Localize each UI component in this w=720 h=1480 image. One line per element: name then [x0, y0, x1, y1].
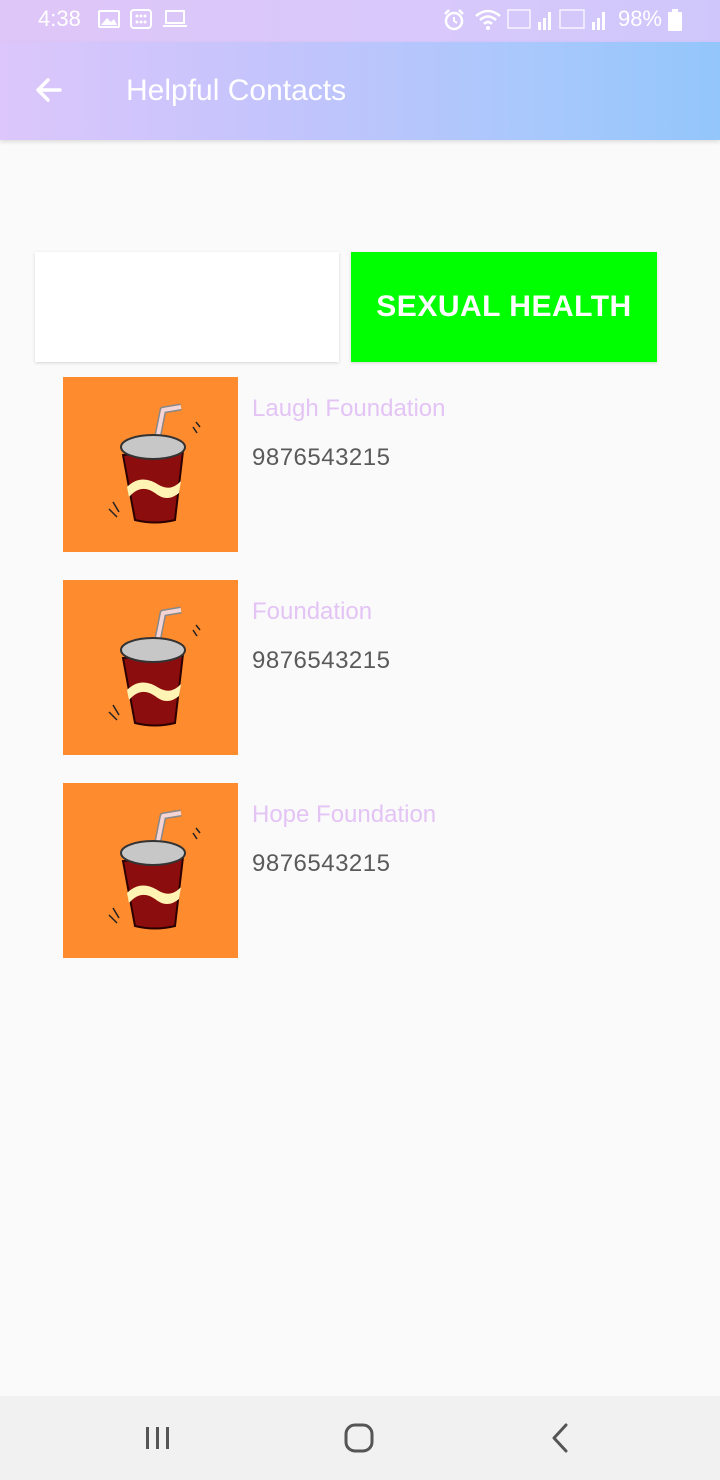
- apps-icon: [130, 9, 152, 29]
- alarm-icon: [442, 8, 466, 32]
- home-icon: [344, 1423, 374, 1453]
- signal-sim1-icon: [506, 8, 554, 32]
- back-nav-button[interactable]: [536, 1414, 584, 1462]
- wifi-icon: [474, 8, 504, 32]
- status-bar: 4:38 98%: [0, 0, 720, 42]
- gallery-icon: [98, 9, 120, 29]
- home-button[interactable]: [335, 1414, 383, 1462]
- status-time: 4:38: [38, 6, 81, 31]
- contact-phone[interactable]: 9876543215: [252, 850, 390, 878]
- battery-level: 98%: [617, 6, 662, 31]
- soda-cup-icon: [108, 606, 201, 727]
- battery-icon: [668, 9, 682, 31]
- contact-name[interactable]: Foundation: [252, 598, 372, 626]
- contact-name[interactable]: Laugh Foundation: [252, 395, 446, 423]
- contact-thumbnail[interactable]: [63, 783, 238, 958]
- recent-apps-button[interactable]: [134, 1414, 182, 1462]
- contact-phone[interactable]: 9876543215: [252, 647, 390, 675]
- category-button-blank[interactable]: [35, 252, 339, 362]
- soda-cup-icon: [108, 403, 201, 524]
- contact-name[interactable]: Hope Foundation: [252, 801, 436, 829]
- contact-thumbnail[interactable]: [63, 377, 238, 552]
- signal-sim2-icon: [558, 8, 610, 32]
- contact-phone[interactable]: 9876543215: [252, 444, 390, 472]
- page-title: Helpful Contacts: [126, 74, 347, 107]
- arrow-left-icon: [36, 78, 62, 102]
- app-bar: Helpful Contacts: [0, 42, 720, 140]
- recent-apps-icon: [146, 1427, 169, 1449]
- contact-thumbnail[interactable]: [63, 580, 238, 755]
- chevron-left-icon: [552, 1423, 568, 1453]
- back-button[interactable]: [26, 70, 70, 114]
- sexual-health-button[interactable]: SEXUAL HEALTH: [351, 252, 657, 362]
- navigation-bar: [0, 1396, 720, 1480]
- laptop-icon: [162, 9, 188, 29]
- soda-cup-icon: [108, 809, 201, 930]
